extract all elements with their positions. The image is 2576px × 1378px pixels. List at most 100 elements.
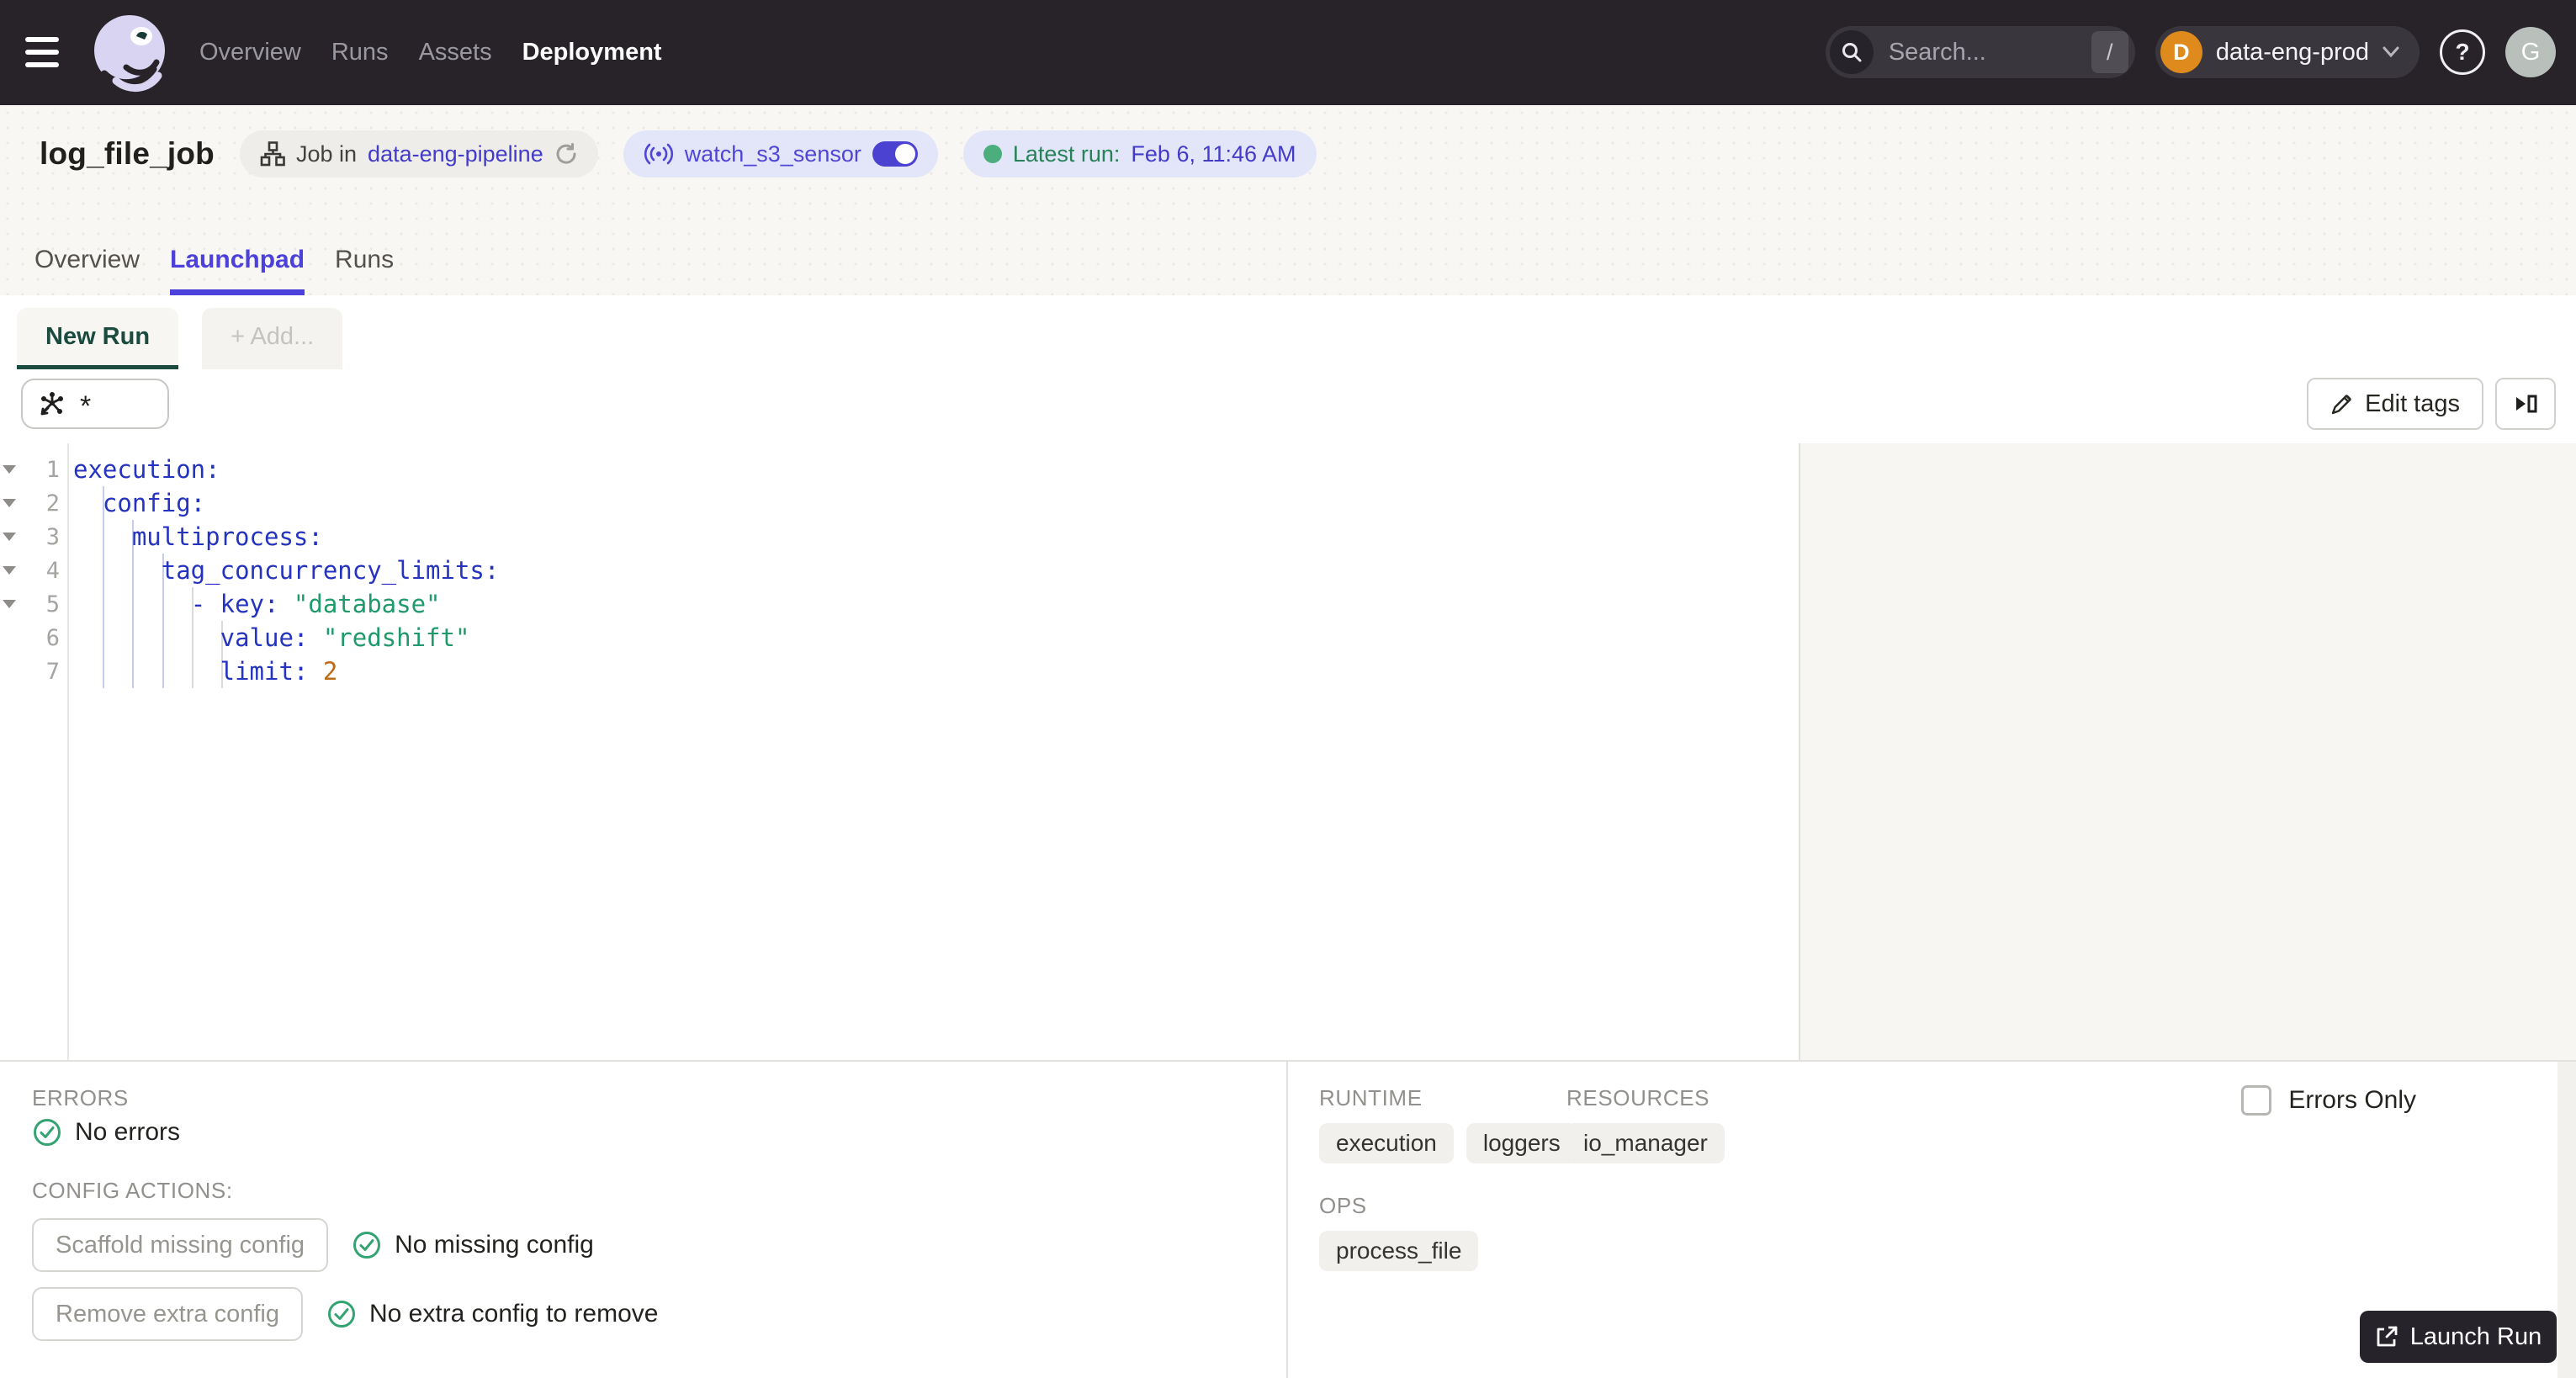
no-errors-status: No errors <box>32 1117 180 1147</box>
missing-config-status: No missing config <box>352 1230 594 1260</box>
config-editor[interactable]: execution: config: multiprocess: tag_con… <box>73 453 499 688</box>
config-schema-panel <box>1800 443 2576 1060</box>
launchpad-bottom-panel: ERRORS No errors CONFIG ACTIONS: Scaffol… <box>0 1060 2576 1378</box>
dagster-app: Overview Runs Assets Deployment / D data… <box>0 0 2576 1378</box>
launch-run-label: Launch Run <box>2409 1322 2542 1350</box>
expand-panel-icon <box>2516 395 2537 413</box>
config-section-tag[interactable]: execution <box>1319 1123 1454 1163</box>
op-selector-input[interactable]: * <box>21 379 169 429</box>
code-line: config: <box>102 489 206 517</box>
nav-item-runs[interactable]: Runs <box>331 39 389 66</box>
config-sections-panel: RUNTIME execution loggers RESOURCES io_ma… <box>1288 1062 2576 1378</box>
latest-run-badge: Latest run: Feb 6, 11:46 AM <box>962 130 1317 178</box>
ops-section: OPS process_file <box>1319 1193 1479 1271</box>
search-input[interactable] <box>1886 37 2091 67</box>
expand-panel-button[interactable] <box>2495 378 2556 430</box>
search-shortcut-key: / <box>2091 31 2128 73</box>
deployment-name: data-eng-prod <box>2215 38 2369 66</box>
right-gutter-strip <box>2557 1062 2576 1378</box>
no-errors-text: No errors <box>75 1118 181 1146</box>
launchpad-toolbar: * Edit tags <box>0 369 2576 445</box>
nav-item-overview[interactable]: Overview <box>199 39 301 66</box>
fold-arrow-icon[interactable] <box>3 533 16 541</box>
gutter-row: 6 <box>0 621 67 655</box>
job-header: log_file_job Job in data-eng-pipeline wa… <box>0 105 2576 297</box>
reload-icon[interactable] <box>554 142 578 166</box>
gutter-row: 3 <box>0 520 67 554</box>
scaffold-config-row: Scaffold missing config No missing confi… <box>32 1218 594 1272</box>
code-line: multiprocess: <box>131 522 323 551</box>
fold-arrow-icon[interactable] <box>3 600 16 608</box>
errors-section-label: ERRORS <box>32 1085 129 1110</box>
remove-extra-config-button[interactable]: Remove extra config <box>32 1287 303 1341</box>
search-icon <box>1829 30 1874 74</box>
job-in-label: Job in <box>295 140 358 167</box>
line-number: 4 <box>45 557 60 584</box>
sensor-icon <box>644 143 673 165</box>
errors-only-control: Errors Only <box>2241 1085 2416 1116</box>
fold-arrow-icon[interactable] <box>3 465 16 474</box>
code-line: limit: 2 <box>220 657 338 686</box>
job-location-badge: Job in data-eng-pipeline <box>239 130 598 178</box>
fold-arrow-icon[interactable] <box>3 566 16 575</box>
nav-item-deployment[interactable]: Deployment <box>522 39 662 66</box>
job-graph-icon <box>260 141 285 167</box>
top-nav-bar: Overview Runs Assets Deployment / D data… <box>0 0 2576 105</box>
help-icon[interactable]: ? <box>2440 29 2485 75</box>
user-avatar[interactable]: G <box>2505 27 2556 77</box>
resources-label: RESOURCES <box>1566 1085 1710 1110</box>
fold-arrow-icon[interactable] <box>3 499 16 507</box>
dagster-logo-icon[interactable] <box>87 8 175 96</box>
latest-run-link[interactable]: Feb 6, 11:46 AM <box>1131 141 1296 167</box>
config-section-tag[interactable]: process_file <box>1319 1231 1479 1271</box>
config-tab-add[interactable]: + Add... <box>202 308 343 371</box>
scaffold-missing-config-button[interactable]: Scaffold missing config <box>32 1218 329 1272</box>
config-tab-new-run[interactable]: New Run <box>17 308 179 371</box>
gutter-row: 4 <box>0 554 67 587</box>
launch-run-button[interactable]: Launch Run <box>2360 1311 2557 1363</box>
run-status-dot <box>983 145 1002 163</box>
sensor-toggle[interactable] <box>872 141 918 167</box>
config-section-tag[interactable]: io_manager <box>1566 1123 1725 1163</box>
line-number: 6 <box>45 624 60 651</box>
nav-right-cluster: / D data-eng-prod ? G <box>1825 26 2556 78</box>
extra-config-text: No extra config to remove <box>368 1300 659 1328</box>
gutter-row: 1 <box>0 453 67 486</box>
chevron-down-icon <box>2383 46 2399 58</box>
line-number: 3 <box>45 523 60 550</box>
sensor-badge: watch_s3_sensor <box>623 130 938 178</box>
runtime-label: RUNTIME <box>1319 1085 1423 1110</box>
code-line: tag_concurrency_limits: <box>161 556 500 585</box>
nav-item-assets[interactable]: Assets <box>419 39 492 66</box>
global-search[interactable]: / <box>1825 26 2135 78</box>
missing-config-text: No missing config <box>395 1231 594 1259</box>
op-selector-value: * <box>80 390 92 422</box>
launch-icon <box>2377 1326 2398 1347</box>
main-nav-links: Overview Runs Assets Deployment <box>199 0 662 105</box>
op-graph-icon <box>40 392 63 416</box>
editor-gutter: 1 2 3 4 5 6 7 <box>0 443 69 1060</box>
edit-tags-button[interactable]: Edit tags <box>2307 378 2483 430</box>
deployment-switcher[interactable]: D data-eng-prod <box>2155 26 2420 78</box>
hamburger-menu-icon[interactable] <box>25 37 59 67</box>
tab-overview[interactable]: Overview <box>34 246 140 295</box>
resources-section: RESOURCES io_manager <box>1566 1085 1725 1163</box>
config-section-tag[interactable]: loggers <box>1466 1123 1577 1163</box>
page-title: log_file_job <box>40 136 215 171</box>
pencil-icon <box>2331 395 2351 415</box>
line-number: 1 <box>45 456 60 483</box>
remove-config-row: Remove extra config No extra config to r… <box>32 1287 658 1341</box>
check-circle-icon <box>34 1119 61 1146</box>
errors-only-checkbox[interactable] <box>2241 1085 2272 1116</box>
edit-tags-label: Edit tags <box>2365 390 2460 417</box>
repo-link[interactable]: data-eng-pipeline <box>368 141 543 167</box>
latest-run-label: Latest run: <box>1012 140 1121 167</box>
tab-launchpad[interactable]: Launchpad <box>170 246 305 295</box>
sensor-link[interactable]: watch_s3_sensor <box>685 141 861 167</box>
line-number: 7 <box>45 658 60 685</box>
line-number: 5 <box>45 591 60 617</box>
gutter-row: 7 <box>0 655 67 688</box>
errors-panel: ERRORS No errors CONFIG ACTIONS: Scaffol… <box>0 1062 1286 1378</box>
job-tabs: Overview Launchpad Runs <box>34 246 394 295</box>
tab-runs[interactable]: Runs <box>335 246 394 295</box>
